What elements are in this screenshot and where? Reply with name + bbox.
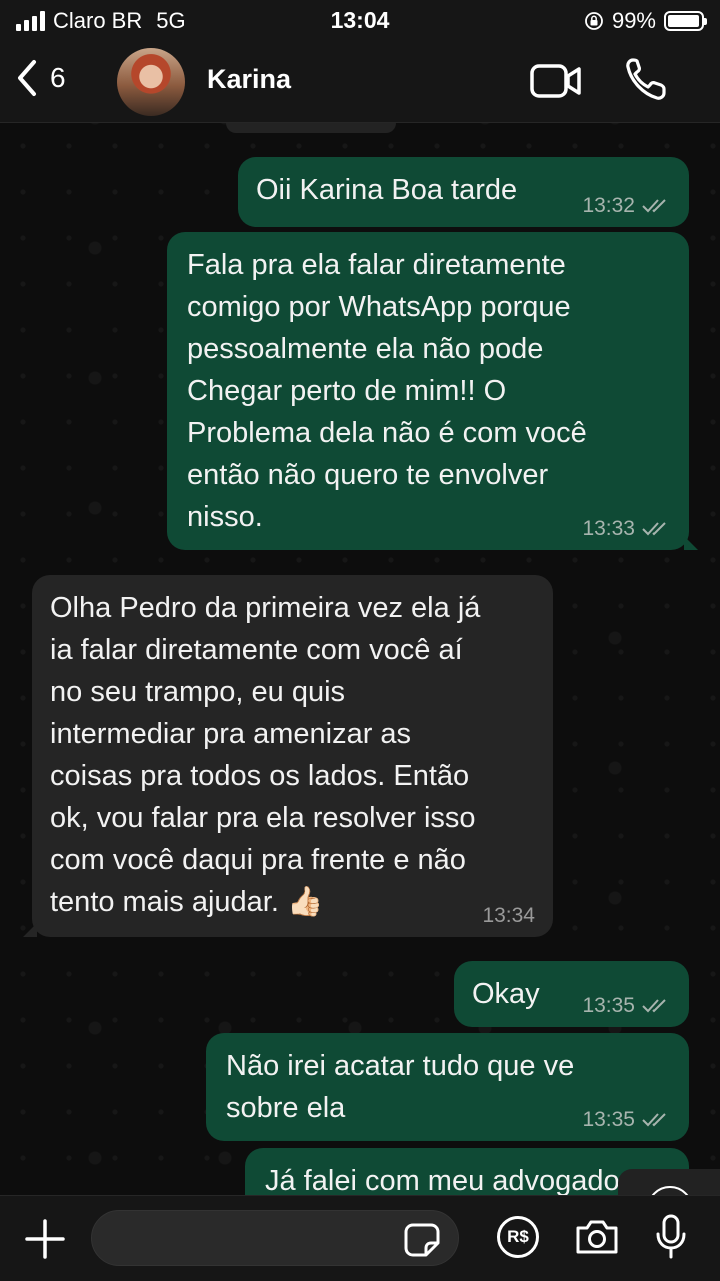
status-right: 99% bbox=[584, 8, 707, 34]
message-meta: 13:35 bbox=[582, 995, 671, 1017]
back-button[interactable]: 6 bbox=[14, 58, 66, 98]
unread-count: 6 bbox=[50, 62, 66, 93]
chat-header: 6 Karina bbox=[0, 42, 720, 123]
sticker-icon[interactable] bbox=[404, 1223, 440, 1257]
message-time: 13:32 bbox=[582, 194, 635, 217]
status-bar: Claro BR 5G 13:04 99% bbox=[0, 0, 720, 42]
message-meta: 13:34 bbox=[482, 905, 535, 927]
message-time: 13:35 bbox=[582, 1108, 635, 1131]
orientation-lock-icon bbox=[585, 12, 603, 30]
pix-real-icon[interactable]: R$ bbox=[497, 1216, 539, 1258]
double-check-icon bbox=[642, 999, 666, 1013]
message-bubble-outgoing[interactable]: Fala pra ela falar diretamente comigo po… bbox=[167, 232, 698, 550]
avatar[interactable] bbox=[117, 48, 185, 116]
battery-percent: 99% bbox=[611, 8, 656, 33]
message-meta: 13:32 bbox=[582, 195, 671, 217]
camera-icon[interactable] bbox=[574, 1218, 620, 1256]
message-bubble-outgoing[interactable]: Não irei acatar tudo que ve sobre ela 13… bbox=[206, 1033, 689, 1141]
double-check-icon bbox=[642, 522, 666, 536]
payment-label: R$ bbox=[507, 1227, 529, 1246]
chat-area[interactable]: Oii Karina Boa tarde 13:32 Fala pra ela … bbox=[0, 123, 720, 1195]
message-meta: 13:33 bbox=[582, 518, 671, 540]
message-bubble-incoming[interactable]: Olha Pedro da primeira vez ela já ia fal… bbox=[23, 575, 553, 937]
scroll-circle bbox=[647, 1186, 693, 1195]
previous-message-edge bbox=[226, 123, 396, 133]
message-time: 13:34 bbox=[482, 904, 535, 927]
message-bubble-outgoing[interactable]: Okay 13:35 bbox=[454, 961, 689, 1027]
double-check-icon bbox=[642, 1113, 666, 1127]
message-text: Já falei com meu advogado bbox=[265, 1165, 620, 1195]
message-time: 13:35 bbox=[582, 994, 635, 1017]
message-input[interactable] bbox=[91, 1210, 459, 1266]
scroll-to-bottom-button[interactable] bbox=[618, 1169, 720, 1195]
chevron-down-icon bbox=[647, 1186, 689, 1196]
message-text: Fala pra ela falar diretamente comigo po… bbox=[187, 249, 587, 533]
message-meta: 13:35 bbox=[582, 1109, 671, 1131]
chevron-left-icon bbox=[18, 60, 36, 96]
phone-icon[interactable] bbox=[624, 56, 668, 102]
message-time: 13:33 bbox=[582, 517, 635, 540]
video-camera-icon[interactable] bbox=[530, 62, 582, 100]
composer-bar: R$ bbox=[0, 1195, 720, 1281]
message-text: Olha Pedro da primeira vez ela já ia fal… bbox=[50, 592, 481, 918]
battery-icon bbox=[664, 11, 707, 31]
contact-name[interactable]: Karina bbox=[207, 64, 291, 95]
message-bubble-outgoing[interactable]: Oii Karina Boa tarde 13:32 bbox=[238, 157, 689, 227]
double-check-icon bbox=[642, 199, 666, 213]
microphone-icon[interactable] bbox=[654, 1214, 688, 1260]
plus-icon[interactable] bbox=[24, 1218, 66, 1260]
